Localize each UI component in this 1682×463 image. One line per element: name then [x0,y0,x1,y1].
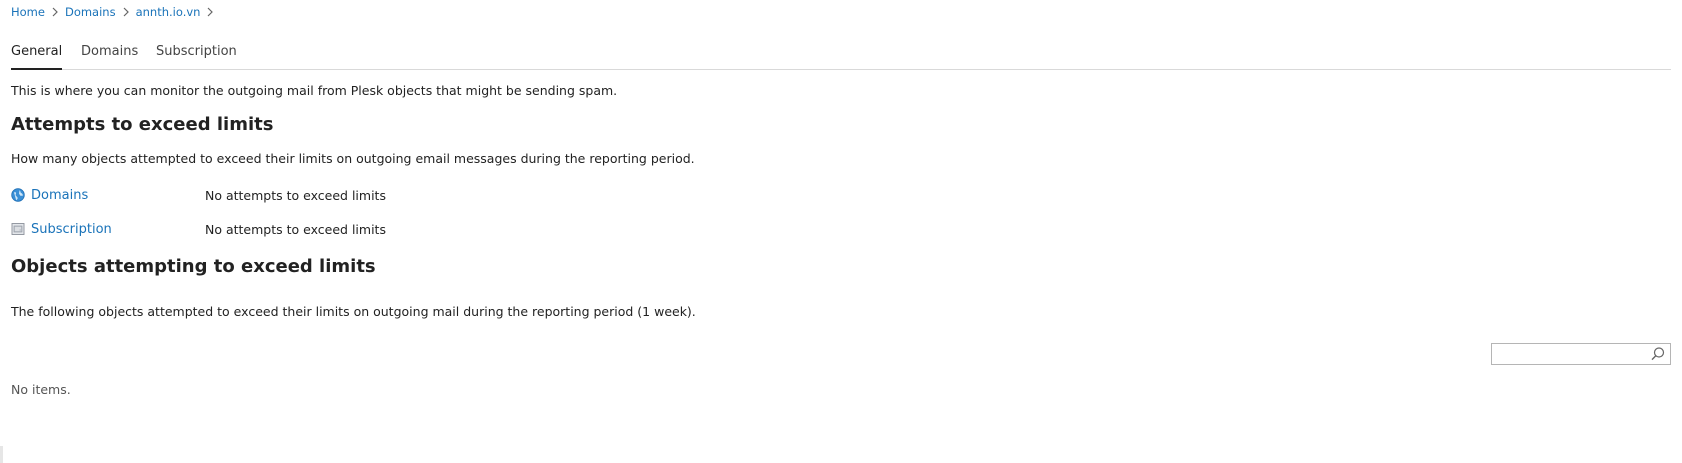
chevron-right-icon [118,4,134,20]
search-box [1491,343,1671,365]
attempts-description: How many objects attempted to exceed the… [11,151,695,166]
breadcrumb-domains[interactable]: Domains [65,5,116,19]
intro-text: This is where you can monitor the outgoi… [11,83,618,98]
search-icon[interactable] [1650,346,1666,362]
attempts-heading: Attempts to exceed limits [11,114,274,135]
breadcrumb: Home Domains annth.io.vn [11,4,220,20]
attempts-subscription-link[interactable]: Subscription [31,222,112,237]
objects-description: The following objects attempted to excee… [11,304,696,319]
attempts-subscription-value: No attempts to exceed limits [205,221,386,237]
attempts-domains-link[interactable]: Domains [31,188,88,203]
globe-icon [11,188,25,202]
objects-heading: Objects attempting to exceed limits [11,256,376,277]
breadcrumb-domain[interactable]: annth.io.vn [136,5,201,19]
breadcrumb-home[interactable]: Home [11,5,45,19]
scroll-edge-marker [0,446,3,463]
attempts-domains-value: No attempts to exceed limits [205,187,386,203]
attempts-row-subscription: Subscription No attempts to exceed limit… [11,219,386,239]
tab-bar: General Domains Subscription [11,38,1671,70]
search-input[interactable] [1492,344,1655,364]
tab-domains[interactable]: Domains [81,43,138,68]
chevron-right-icon [47,4,63,20]
subscription-icon [11,222,25,236]
chevron-right-icon [202,4,218,20]
empty-list-text: No items. [11,382,71,397]
tab-general[interactable]: General [11,43,63,70]
tab-subscription[interactable]: Subscription [156,43,237,68]
attempts-row-domains: Domains No attempts to exceed limits [11,185,386,205]
page: Home Domains annth.io.vn General Domains… [11,0,1671,463]
